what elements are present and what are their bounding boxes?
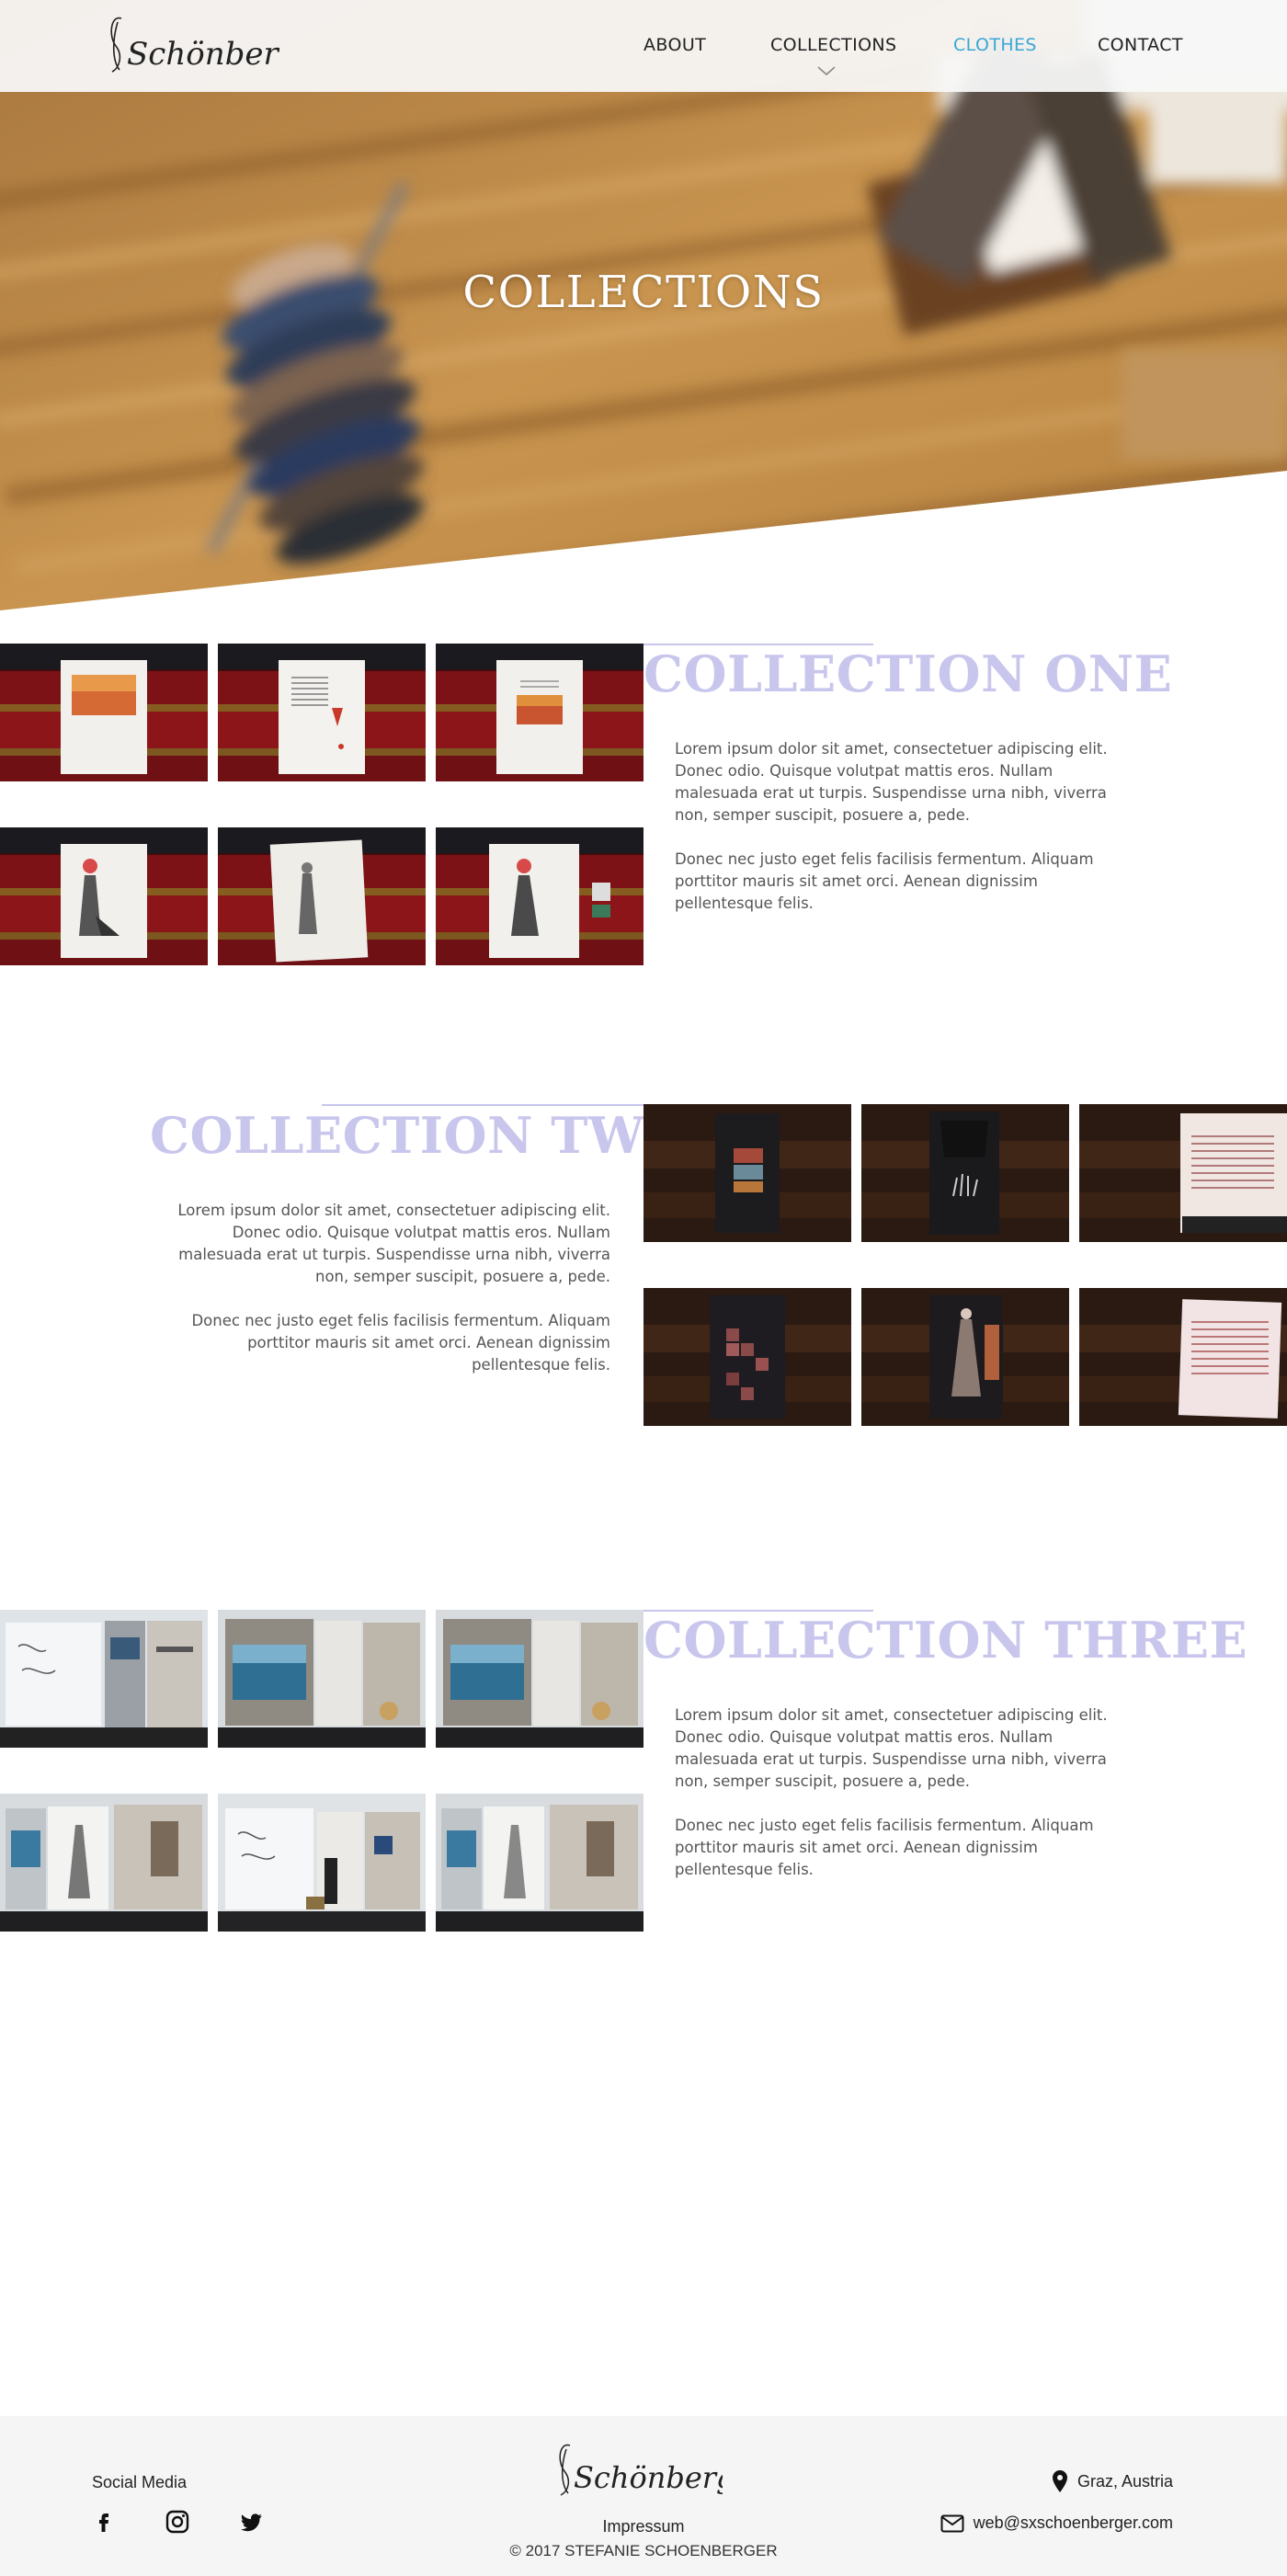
nav-item-clothes[interactable]: CLOTHES <box>953 35 1037 55</box>
collection-three-thumb-5[interactable] <box>218 1794 426 1932</box>
social-media-title: Social Media <box>92 2473 188 2491</box>
collection-one-thumb-6[interactable] <box>436 827 644 965</box>
collection-two-title: COLLECTION TWO <box>150 1106 689 1165</box>
collection-two-image-4 <box>644 1288 851 1426</box>
collection-three-image-5 <box>218 1794 426 1932</box>
collection-three-image-2 <box>218 1610 426 1748</box>
hero-banner: COLLECTIONS <box>0 0 1287 616</box>
collection-two-thumb-3[interactable] <box>1079 1104 1287 1242</box>
copyright-text: © 2017 STEFANIE SCHOENBERGER <box>509 2542 778 2559</box>
collection-one-image-5 <box>218 827 426 965</box>
location-text: Graz, Austria <box>1076 2471 1173 2491</box>
footer-logo-text: Schönberger <box>574 2460 723 2495</box>
collection-one-paragraph-2: Donec nec justo eget felis facilisis fer… <box>675 850 1094 912</box>
collection-one-image-3 <box>436 644 644 781</box>
location-row: Graz, Austria <box>1052 2469 1173 2493</box>
collection-two-thumb-2[interactable] <box>861 1104 1069 1242</box>
collection-one-image-1 <box>0 644 208 781</box>
collection-three-thumb-3[interactable] <box>436 1610 644 1748</box>
collection-one-thumb-3[interactable] <box>436 644 644 781</box>
collection-three-thumb-1[interactable] <box>0 1610 208 1748</box>
collection-one-image-2 <box>218 644 426 781</box>
collection-one-paragraph-1: Lorem ipsum dolor sit amet, consectetuer… <box>675 740 1108 824</box>
collection-one-thumb-4[interactable] <box>0 827 208 965</box>
collection-two-paragraph-2: Donec nec justo eget felis facilisis fer… <box>191 1312 610 1373</box>
collection-one-thumb-1[interactable] <box>0 644 208 781</box>
collection-two-image-3 <box>1079 1104 1287 1242</box>
chevron-down-icon <box>817 66 836 76</box>
collection-three-image-1 <box>0 1610 208 1748</box>
site-header: Schönberger ABOUT COLLECTIONS CLOTHES CO… <box>0 0 1287 92</box>
collection-two-paragraph-1: Lorem ipsum dolor sit amet, consectetuer… <box>177 1202 610 1285</box>
collection-one-thumb-5[interactable] <box>218 827 426 965</box>
collection-three-thumb-2[interactable] <box>218 1610 426 1748</box>
collection-three-title: COLLECTION THREE <box>644 1611 1248 1670</box>
collection-one-description: Lorem ipsum dolor sit amet, consectetuer… <box>675 738 1140 937</box>
collection-one-image-6 <box>436 827 644 965</box>
email-link[interactable]: web@sxschoenberger.com <box>974 2513 1173 2533</box>
collection-two-image-2 <box>861 1104 1069 1242</box>
collection-two-image-1 <box>644 1104 851 1242</box>
collection-two-image-6 <box>1079 1288 1287 1426</box>
hero-diagonal-cut <box>0 471 1287 616</box>
nav-item-about[interactable]: ABOUT <box>644 35 706 55</box>
collection-two-description: Lorem ipsum dolor sit amet, consectetuer… <box>145 1200 610 1398</box>
collection-two-thumb-4[interactable] <box>644 1288 851 1426</box>
collection-three-image-4 <box>0 1794 208 1932</box>
email-row[interactable]: web@sxschoenberger.com <box>940 2513 1173 2533</box>
mail-icon <box>940 2514 964 2532</box>
collection-two-thumb-6[interactable] <box>1079 1288 1287 1426</box>
collection-three-image-3 <box>436 1610 644 1748</box>
footer-logo[interactable]: Schönberger <box>557 2433 723 2510</box>
collection-three-paragraph-1: Lorem ipsum dolor sit amet, consectetuer… <box>675 1706 1108 1790</box>
collection-three-thumb-4[interactable] <box>0 1794 208 1932</box>
collection-two-thumb-5[interactable] <box>861 1288 1069 1426</box>
collection-three-image-6 <box>436 1794 644 1932</box>
main-nav: ABOUT COLLECTIONS CLOTHES CONTACT <box>0 35 1287 63</box>
site-footer: Social Media Schönberger Impressum © 201… <box>0 2416 1287 2576</box>
collection-two-thumb-1[interactable] <box>644 1104 851 1242</box>
collection-one-image-4 <box>0 827 208 965</box>
collection-one-thumb-2[interactable] <box>218 644 426 781</box>
collection-three-description: Lorem ipsum dolor sit amet, consectetuer… <box>675 1704 1140 1903</box>
collection-three-thumb-6[interactable] <box>436 1794 644 1932</box>
location-pin-icon <box>1052 2470 1067 2492</box>
collection-two-image-5 <box>861 1288 1069 1426</box>
nav-item-contact[interactable]: CONTACT <box>1098 35 1183 55</box>
collection-one-title: COLLECTION ONE <box>644 644 1173 703</box>
nav-item-collections[interactable]: COLLECTIONS <box>770 35 897 55</box>
collection-three-paragraph-2: Donec nec justo eget felis facilisis fer… <box>675 1817 1094 1878</box>
